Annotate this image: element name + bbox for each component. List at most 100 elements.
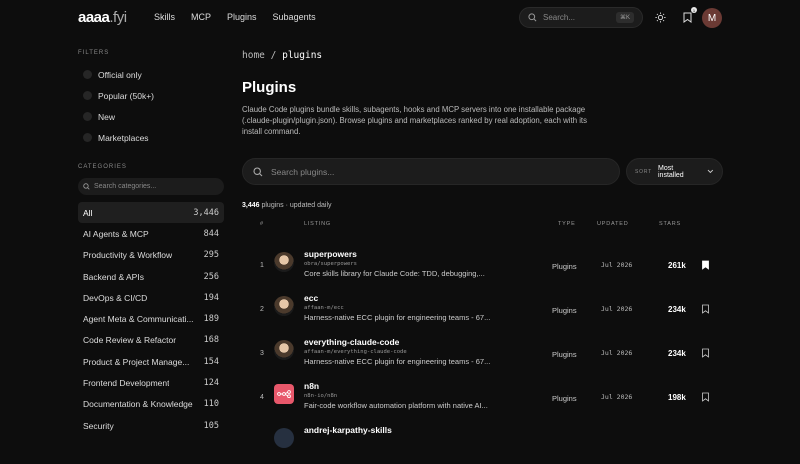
bookmark-icon[interactable] <box>701 392 710 402</box>
column-header-updated[interactable]: UPDATED <box>597 221 628 227</box>
category-item-devops[interactable]: DevOps & CI/CD 194 <box>78 287 224 308</box>
bookmark-filled-icon[interactable] <box>701 260 710 270</box>
filter-official-only[interactable]: Official only <box>78 64 224 85</box>
row-title[interactable]: everything-claude-code <box>304 337 399 347</box>
result-count-value: 3,446 <box>242 202 260 209</box>
row-title[interactable]: ecc <box>304 293 318 303</box>
filter-label: Official only <box>98 69 142 80</box>
row-type: Plugins <box>552 394 577 403</box>
row-title[interactable]: n8n <box>304 381 319 391</box>
category-search-placeholder: Search categories... <box>94 183 157 190</box>
nav-subagents[interactable]: Subagents <box>273 12 316 22</box>
table-row[interactable]: 2 ecc affaan-m/ecc Harness-native ECC pl… <box>242 288 722 332</box>
radio-icon <box>83 70 92 79</box>
sort-dropdown[interactable]: SORT Most installed <box>626 158 723 185</box>
category-count: 194 <box>203 292 219 303</box>
bookmark-icon[interactable] <box>701 304 710 314</box>
filter-label: New <box>98 111 116 122</box>
filter-new[interactable]: New <box>78 106 224 127</box>
column-header-listing[interactable]: LISTING <box>304 221 331 227</box>
filter-popular[interactable]: Popular (50k+) <box>78 85 224 106</box>
category-item-agent-meta[interactable]: Agent Meta & Communicati... 189 <box>78 308 224 329</box>
category-item-security[interactable]: Security 105 <box>78 415 224 436</box>
category-count: 3,446 <box>193 207 219 218</box>
table-row[interactable]: 3 everything-claude-code affaan-m/everyt… <box>242 332 722 376</box>
radio-icon <box>83 133 92 142</box>
n8n-logo-icon <box>274 384 294 404</box>
nav-mcp[interactable]: MCP <box>191 12 211 22</box>
global-search-placeholder: Search... <box>543 13 576 22</box>
saved-button[interactable]: 1 <box>680 7 697 24</box>
row-rank: 3 <box>260 350 264 357</box>
row-updated: Jul 2026 <box>601 393 633 401</box>
category-item-ai-agents[interactable]: AI Agents & MCP 844 <box>78 223 224 244</box>
global-search[interactable]: Search... ⌘K <box>519 7 643 28</box>
logo-suffix: .fyi <box>109 9 127 26</box>
category-name: Backend & APIs <box>83 271 144 282</box>
column-header-stars[interactable]: STARS <box>659 221 681 227</box>
breadcrumb-separator: / <box>270 50 277 61</box>
filters-title: FILTERS <box>78 50 110 56</box>
breadcrumb: home / plugins <box>242 50 722 61</box>
row-updated: Jul 2026 <box>601 349 633 357</box>
logo-text: aaaa <box>78 9 110 26</box>
category-item-code-review[interactable]: Code Review & Refactor 168 <box>78 330 224 351</box>
category-name: Code Review & Refactor <box>83 335 177 346</box>
search-row: Search plugins... SORT Most installed <box>242 158 723 185</box>
page-description: Claude Code plugins bundle skills, subag… <box>242 105 587 136</box>
category-count: 295 <box>203 250 219 261</box>
category-name: Product & Project Manage... <box>83 356 190 367</box>
main-content: home / plugins Plugins Claude Code plugi… <box>242 50 723 448</box>
row-title[interactable]: andrej-karpathy-skills <box>304 425 392 435</box>
search-icon <box>83 183 90 190</box>
avatar <box>274 340 294 360</box>
nav-skills[interactable]: Skills <box>154 12 175 22</box>
filter-label: Popular (50k+) <box>98 90 154 101</box>
category-item-all[interactable]: All 3,446 <box>78 202 224 224</box>
row-rank: 1 <box>260 262 264 269</box>
table-row[interactable]: 4 n8n n8n-io/n8n Fair-code workflow auto… <box>242 376 722 420</box>
row-description: Harness-native ECC plugin for engineerin… <box>304 357 491 366</box>
row-slug: obra/superpowers <box>304 261 357 267</box>
avatar <box>274 428 294 448</box>
avatar <box>274 296 294 316</box>
avatar <box>274 252 294 272</box>
theme-toggle-button[interactable] <box>653 10 667 24</box>
table-row[interactable]: 1 superpowers obra/superpowers Core skil… <box>242 244 722 288</box>
search-icon <box>528 13 537 22</box>
row-slug: affaan-m/ecc <box>304 305 344 311</box>
main-nav: Skills MCP Plugins Subagents <box>154 12 316 22</box>
category-name: Documentation & Knowledge <box>83 399 193 410</box>
row-slug: n8n-io/n8n <box>304 393 338 399</box>
category-item-product[interactable]: Product & Project Manage... 154 <box>78 351 224 372</box>
row-description: Harness-native ECC plugin for engineerin… <box>304 313 491 322</box>
result-count-unit: plugins <box>261 202 284 209</box>
page-title: Plugins <box>242 79 297 96</box>
category-item-backend[interactable]: Backend & APIs 256 <box>78 266 224 287</box>
table-row[interactable]: andrej-karpathy-skills <box>242 420 722 464</box>
row-title[interactable]: superpowers <box>304 249 357 259</box>
category-count: 168 <box>203 335 219 346</box>
logo[interactable]: aaaa.fyi <box>78 9 127 26</box>
column-header-num: # <box>260 221 264 227</box>
category-list: All 3,446 AI Agents & MCP 844 Productivity… <box>78 202 224 436</box>
category-count: 105 <box>203 420 219 431</box>
row-description: Core skills library for Claude Code: TDD… <box>304 269 485 278</box>
category-search-input[interactable]: Search categories... <box>78 178 224 195</box>
user-avatar[interactable]: M <box>702 8 722 28</box>
filter-marketplaces[interactable]: Marketplaces <box>78 127 224 148</box>
column-header-type[interactable]: TYPE <box>558 221 576 227</box>
category-count: 124 <box>203 378 219 389</box>
radio-icon <box>83 91 92 100</box>
nav-plugins[interactable]: Plugins <box>227 12 257 22</box>
result-count: 3,446 plugins · updated daily <box>242 202 332 209</box>
category-count: 256 <box>203 271 219 282</box>
breadcrumb-home[interactable]: home <box>242 50 265 61</box>
bookmark-icon[interactable] <box>701 348 710 358</box>
row-rank: 4 <box>260 394 264 401</box>
category-item-documentation[interactable]: Documentation & Knowledge 110 <box>78 394 224 415</box>
category-item-frontend[interactable]: Frontend Development 124 <box>78 372 224 393</box>
category-item-productivity[interactable]: Productivity & Workflow 295 <box>78 245 224 266</box>
plugin-search-input[interactable]: Search plugins... <box>242 158 620 185</box>
category-name: Frontend Development <box>83 378 170 389</box>
